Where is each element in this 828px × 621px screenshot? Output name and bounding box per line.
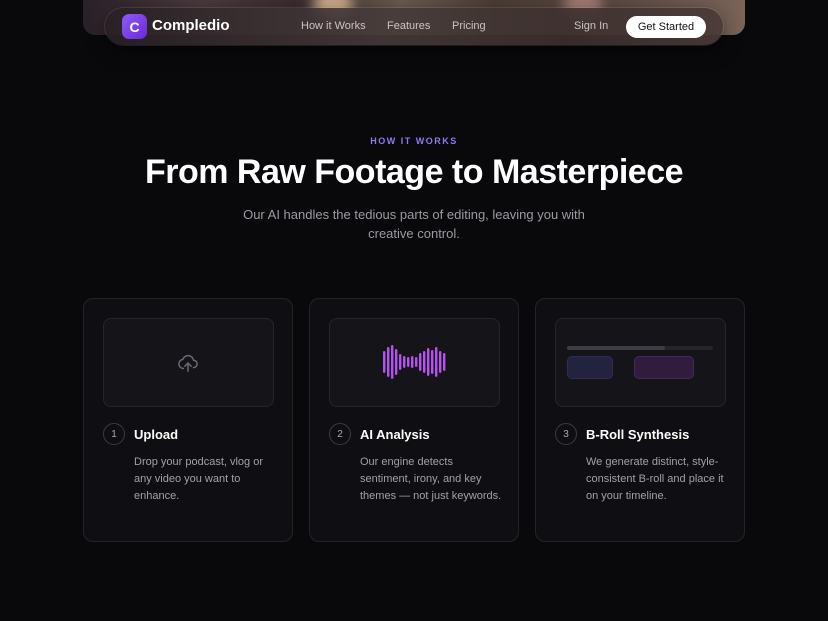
step-visual: [103, 318, 274, 407]
step-visual: [329, 318, 500, 407]
section-eyebrow: HOW IT WORKS: [370, 136, 458, 146]
waveform-icon: [383, 345, 446, 379]
step-title: AI Analysis: [360, 427, 430, 442]
step-description: Our engine detects sentiment, irony, and…: [360, 456, 502, 502]
nav-link-features[interactable]: Features: [387, 20, 430, 32]
step-card-b-roll-synthesis: 3 B-Roll Synthesis We generate distinct,…: [535, 298, 745, 542]
section-title: From Raw Footage to Masterpiece: [144, 153, 684, 191]
step-card-upload: 1 Upload Drop your podcast, vlog or any …: [83, 298, 293, 542]
step-number: 1: [103, 423, 125, 445]
step-card-ai-analysis: 2 AI Analysis Our engine detects sentime…: [309, 298, 519, 542]
step-visual: [555, 318, 726, 407]
nav-link-pricing[interactable]: Pricing: [452, 20, 486, 32]
cloud-upload-icon: [178, 354, 198, 372]
top-navbar: C Compledio How it Works Features Pricin…: [105, 8, 723, 45]
timeline-clip: [567, 356, 613, 379]
timeline-clip: [634, 356, 694, 379]
brand-logo[interactable]: C: [122, 14, 147, 39]
section-subtitle: Our AI handles the tedious parts of edit…: [243, 207, 585, 241]
step-number: 3: [555, 423, 577, 445]
step-description: Drop your podcast, vlog or any video you…: [134, 456, 264, 502]
sign-in-link[interactable]: Sign In: [574, 20, 608, 32]
timeline-progress: [567, 346, 665, 350]
get-started-button[interactable]: Get Started: [626, 16, 706, 38]
step-number: 2: [329, 423, 351, 445]
brand-name[interactable]: Compledio: [152, 17, 230, 34]
step-title: B-Roll Synthesis: [586, 427, 690, 442]
step-title: Upload: [134, 427, 179, 442]
nav-link-how-it-works[interactable]: How it Works: [301, 20, 366, 32]
step-description: We generate distinct, style-consistent B…: [586, 456, 724, 502]
